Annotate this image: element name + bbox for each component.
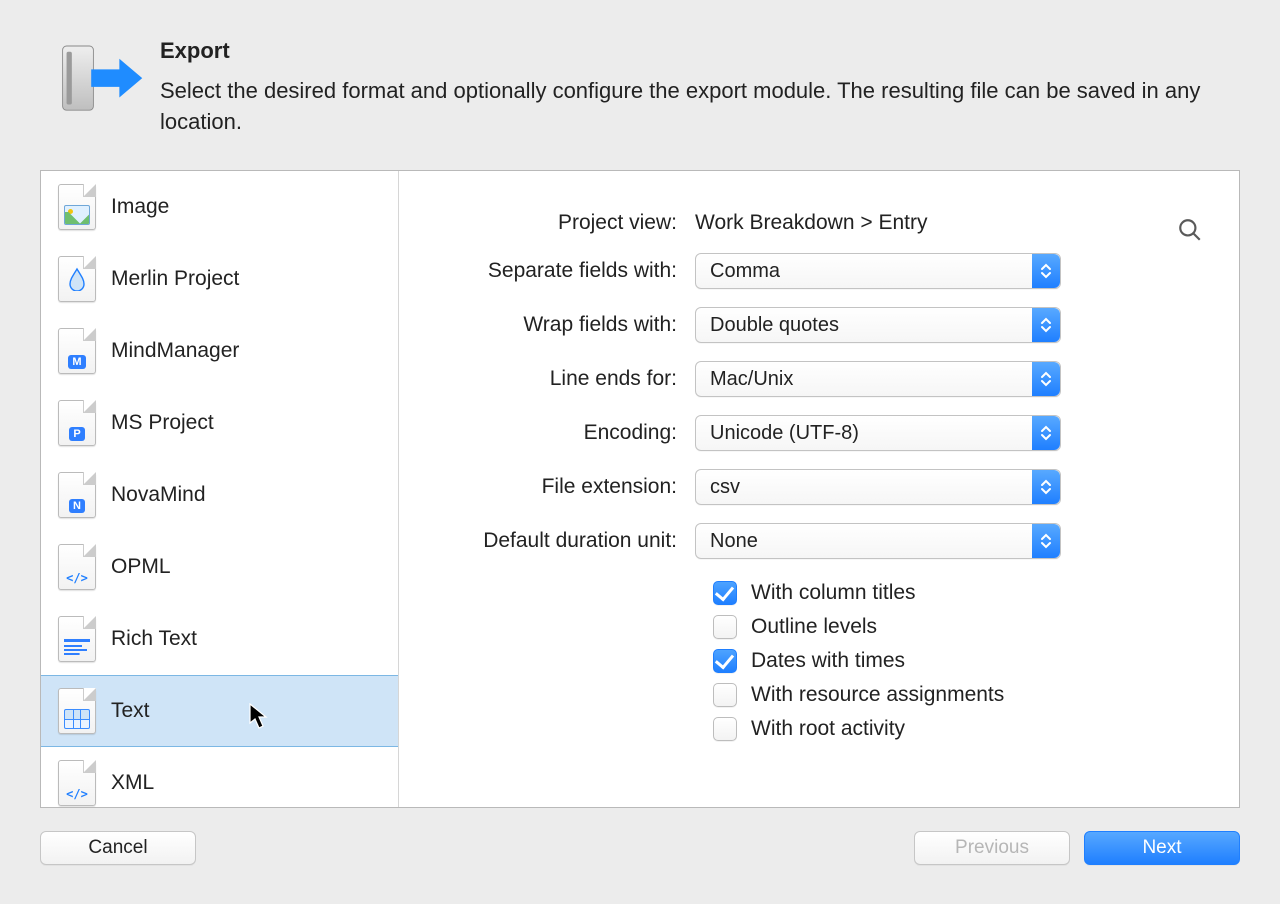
checkbox-0-label: With column titles (751, 581, 916, 605)
content-panel: Image Merlin Project M MindManager P MS Proje… (40, 170, 1240, 808)
dialog-footer: Cancel Previous Next (40, 826, 1240, 870)
format-label: NovaMind (111, 483, 206, 507)
select-line_ends-value: Mac/Unix (710, 368, 793, 391)
format-label: MindManager (111, 339, 239, 363)
opml-icon: </> (55, 542, 99, 592)
format-label: Text (111, 699, 150, 723)
label-separate: Separate fields with: (443, 259, 695, 283)
next-button[interactable]: Next (1084, 831, 1240, 865)
checkbox-0[interactable] (713, 581, 737, 605)
value-project-view: Work Breakdown > Entry (695, 211, 927, 235)
select-file_ext[interactable]: csv (695, 469, 1061, 505)
select-wrap-value: Double quotes (710, 314, 839, 337)
select-file_ext-value: csv (710, 476, 740, 499)
select-duration-value: None (710, 530, 758, 553)
select-encoding[interactable]: Unicode (UTF-8) (695, 415, 1061, 451)
format-label: XML (111, 771, 154, 795)
dialog-header: Export Select the desired format and opt… (0, 0, 1280, 148)
checkbox-2[interactable] (713, 649, 737, 673)
checkbox-3-label: With resource assignments (751, 683, 1004, 707)
stepper-icon (1032, 254, 1060, 288)
xml-icon: </> (55, 758, 99, 808)
cancel-button[interactable]: Cancel (40, 831, 196, 865)
novamind-icon: N (55, 470, 99, 520)
format-label: MS Project (111, 411, 214, 435)
stepper-icon (1032, 524, 1060, 558)
stepper-icon (1032, 470, 1060, 504)
checkbox-4-label: With root activity (751, 717, 905, 741)
label-wrap: Wrap fields with: (443, 313, 695, 337)
format-label: Image (111, 195, 169, 219)
label-encoding: Encoding: (443, 421, 695, 445)
format-mindmanager[interactable]: M MindManager (41, 315, 398, 387)
msproject-icon: P (55, 398, 99, 448)
format-label: Merlin Project (111, 267, 239, 291)
text-icon (55, 686, 99, 736)
format-opml[interactable]: </> OPML (41, 531, 398, 603)
select-separate-value: Comma (710, 260, 780, 283)
label-duration: Default duration unit: (443, 529, 695, 553)
export-icon (50, 34, 150, 124)
label-file_ext: File extension: (443, 475, 695, 499)
stepper-icon (1032, 416, 1060, 450)
merlin-icon (55, 254, 99, 304)
format-image[interactable]: Image (41, 171, 398, 243)
format-text[interactable]: Text (41, 675, 398, 747)
checkbox-3[interactable] (713, 683, 737, 707)
search-icon[interactable] (1177, 217, 1203, 248)
checkbox-4[interactable] (713, 717, 737, 741)
format-novamind[interactable]: N NovaMind (41, 459, 398, 531)
label-line_ends: Line ends for: (443, 367, 695, 391)
format-ms-project[interactable]: P MS Project (41, 387, 398, 459)
select-line_ends[interactable]: Mac/Unix (695, 361, 1061, 397)
format-xml[interactable]: </> XML (41, 747, 398, 807)
mindmanager-icon: M (55, 326, 99, 376)
select-wrap[interactable]: Double quotes (695, 307, 1061, 343)
checkbox-1[interactable] (713, 615, 737, 639)
select-encoding-value: Unicode (UTF-8) (710, 422, 859, 445)
checkbox-1-label: Outline levels (751, 615, 877, 639)
config-panel: Project view: Work Breakdown > Entry Sep… (399, 171, 1239, 807)
format-rich-text[interactable]: Rich Text (41, 603, 398, 675)
richtext-icon (55, 614, 99, 664)
stepper-icon (1032, 362, 1060, 396)
image-icon (55, 182, 99, 232)
select-separate[interactable]: Comma (695, 253, 1061, 289)
previous-button[interactable]: Previous (914, 831, 1070, 865)
dialog-description: Select the desired format and optionally… (160, 76, 1220, 138)
stepper-icon (1032, 308, 1060, 342)
select-duration[interactable]: None (695, 523, 1061, 559)
format-label: OPML (111, 555, 171, 579)
format-list: Image Merlin Project M MindManager P MS Proje… (41, 171, 399, 807)
label-project-view: Project view: (443, 211, 695, 235)
format-label: Rich Text (111, 627, 197, 651)
format-merlin-project[interactable]: Merlin Project (41, 243, 398, 315)
dialog-title: Export (160, 38, 1220, 64)
checkbox-2-label: Dates with times (751, 649, 905, 673)
